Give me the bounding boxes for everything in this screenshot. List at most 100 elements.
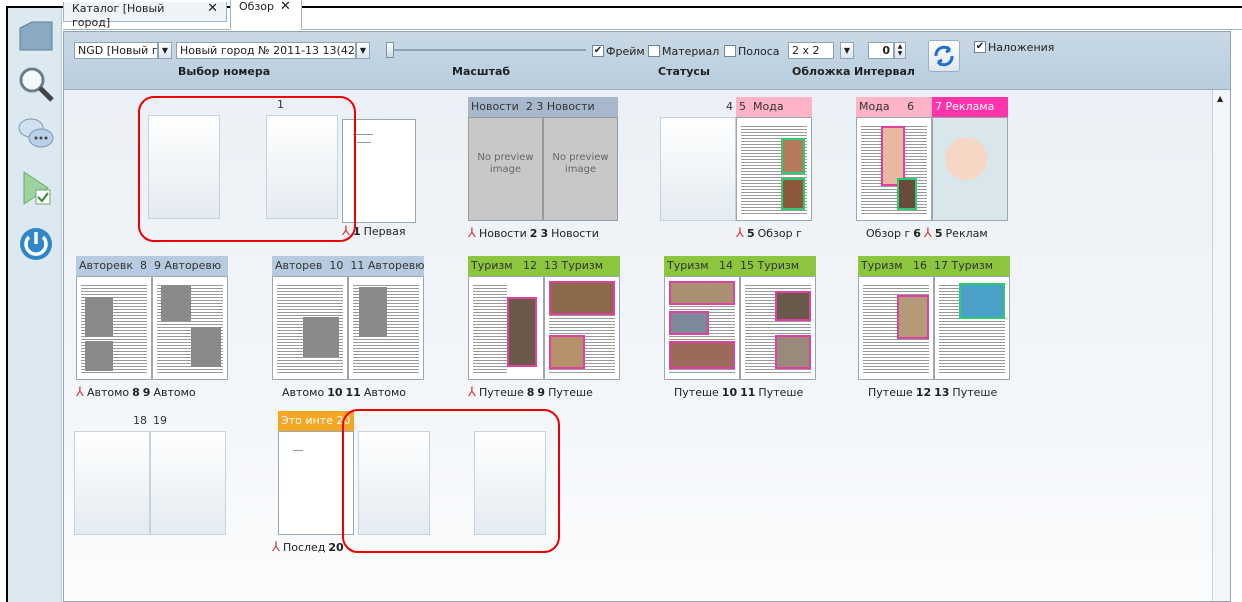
scale-slider-handle[interactable] [386,42,394,58]
page-number: 3 [536,100,544,113]
page-thumbnail[interactable] [858,276,934,380]
tab-catalog[interactable]: Каталог [Новый город] ✕ [63,2,227,29]
page-thumbnail[interactable] [664,276,740,380]
page-thumbnail[interactable] [152,276,228,380]
section-name: Это инте [281,414,333,427]
spread-caption: ⅄ Новости 2 3 Новости [468,227,599,240]
highlight-outline [342,409,560,553]
interval-input[interactable]: 0 [868,42,894,59]
section-name: Новости [471,100,519,113]
overlays-checkbox-label: Наложения [988,40,1055,54]
checkbox-box[interactable] [648,45,660,57]
checkbox-box[interactable]: ✔ [592,45,604,57]
spread-2-3[interactable]: Новости 2 3 Новости No preview image No … [468,97,618,247]
tab-catalog-label: Каталог [Новый город] [72,2,165,29]
page-number: 11 [740,386,756,399]
page-thumbnail[interactable] [934,276,1010,380]
page-thumbnail[interactable] [932,117,1008,221]
spread-header: Авторевк 8 9 Авторевю [76,256,228,276]
refresh-button[interactable] [928,40,960,72]
scroll-up-icon[interactable]: ▲ [1217,94,1223,103]
frame-checkbox[interactable]: ✔ Фрейм [592,43,645,59]
grid-size-select[interactable]: 2 x 2 [788,42,834,59]
power-icon[interactable] [16,224,56,264]
tab-overview[interactable]: Обзор ✕ [230,0,302,30]
checkbox-box[interactable]: ✔ [974,41,986,53]
spread-8-9[interactable]: Авторевк 8 9 Авторевю ⅄ Автомо 8 9 Автомо [76,256,228,406]
label-issue: Выбор номера [178,65,271,78]
pdf-icon[interactable]: ⅄ [468,386,476,399]
refresh-icon [934,45,954,67]
spread-header: Туризм 16 17 Туризм [858,256,1010,276]
vertical-scrollbar[interactable]: ▲ [1212,90,1230,601]
no-preview-page[interactable]: No preview image [468,117,543,221]
material-checkbox-label: Материал [662,44,720,58]
page-number: 5 [746,227,755,240]
page-number: 6 [913,227,921,240]
page-number: 4 [726,100,733,113]
scale-slider-track[interactable] [386,49,586,51]
spread-caption: ⅄ 5 Обзор г [736,227,802,240]
spread-4-5[interactable]: 4 5 Мода ⅄ 5 Обзор г [660,97,812,247]
page-number: 5 [739,100,746,113]
page-thumbnail[interactable] [740,276,816,380]
page-placeholder[interactable] [74,431,150,535]
page-placeholder[interactable] [150,431,226,535]
spread-18-19[interactable]: 18 19 [74,411,226,541]
spread-caption: Путеше 10 11 Путеше [674,386,803,399]
material-checkbox[interactable]: Материал [648,43,719,59]
page-number: 13 [544,259,559,272]
no-preview-page[interactable]: No preview image [543,117,618,221]
chat-bubbles-icon[interactable] [16,114,56,154]
frame-checkbox-label: Фрейм [606,44,645,58]
chevron-down-icon[interactable]: ▼ [158,42,172,59]
chevron-down-icon[interactable]: ▼ [356,42,370,59]
page-thumbnail[interactable] [348,276,424,380]
page-thumbnail[interactable] [544,276,620,380]
close-icon[interactable]: ✕ [207,2,218,16]
spread-header: Туризм 14 15 Туризм [664,256,816,276]
pdf-icon[interactable]: ⅄ [468,227,476,240]
spread-12-13[interactable]: Туризм 12 13 Туризм ⅄ Путеше 8 9 Путеше [468,256,620,406]
page-thumbnail[interactable] [856,117,932,221]
interval-spinner-icon[interactable]: ▲ ▼ [894,42,906,59]
page-number: 7 [935,100,942,113]
spread-header: Новости 2 3 Новости [468,97,618,117]
page-thumbnail[interactable] [468,276,544,380]
page-number: 10 [721,386,738,399]
checkbox-box[interactable] [724,45,736,57]
spread-header: Авторев 10 11 Авторевю [272,256,424,276]
page-thumbnail[interactable] [76,276,152,380]
approve-document-icon[interactable] [16,168,56,208]
tab-strip: Каталог [Новый город] ✕ Обзор ✕ [63,0,1242,30]
pdf-icon[interactable]: ⅄ [736,227,744,240]
spread-6-7[interactable]: Мода 6 7 Реклама Обзор г 6 ⅄ 5 Реклам [856,97,1008,247]
edition-select[interactable]: NGD [Новый г [74,42,158,59]
spread-14-15[interactable]: Туризм 14 15 Туризм Путеше 10 11 Путеше [664,256,816,406]
chevron-down-icon[interactable]: ▼ [840,42,854,59]
pdf-icon[interactable]: ⅄ [76,386,84,399]
page-number: 11 [350,259,365,272]
section-name: Автомо [153,386,196,399]
spread-caption: ⅄ Автомо 8 9 Автомо [76,386,196,399]
pdf-icon[interactable]: ⅄ [272,541,280,554]
magnifier-icon[interactable] [16,64,56,104]
issue-select[interactable]: Новый город № 2011-13 13(42 [176,42,356,59]
page-number: 10 [327,386,343,399]
overlays-checkbox[interactable]: ✔ Наложения [974,39,1054,55]
close-icon[interactable]: ✕ [280,0,291,14]
section-name: Авторевк [79,259,134,272]
folder-icon[interactable] [16,16,56,56]
page-number: 10 [329,259,344,272]
page-thumbnail[interactable] [736,117,812,221]
spread-16-17[interactable]: Туризм 16 17 Туризм Путеше 12 13 Путеше [858,256,1010,406]
page-thumbnail[interactable] [272,276,348,380]
page-placeholder[interactable] [660,117,736,221]
pdf-icon[interactable]: ⅄ [924,227,932,240]
stripe-checkbox[interactable]: Полоса [724,43,780,59]
section-name: Авторевю [164,259,222,272]
page-number: 9 [142,386,151,399]
spread-10-11[interactable]: Авторев 10 11 Авторевю Автомо 10 11 Автомо [272,256,424,406]
spread-header: Туризм 12 13 Туризм [468,256,620,276]
label-interval: Интервал [854,65,915,78]
